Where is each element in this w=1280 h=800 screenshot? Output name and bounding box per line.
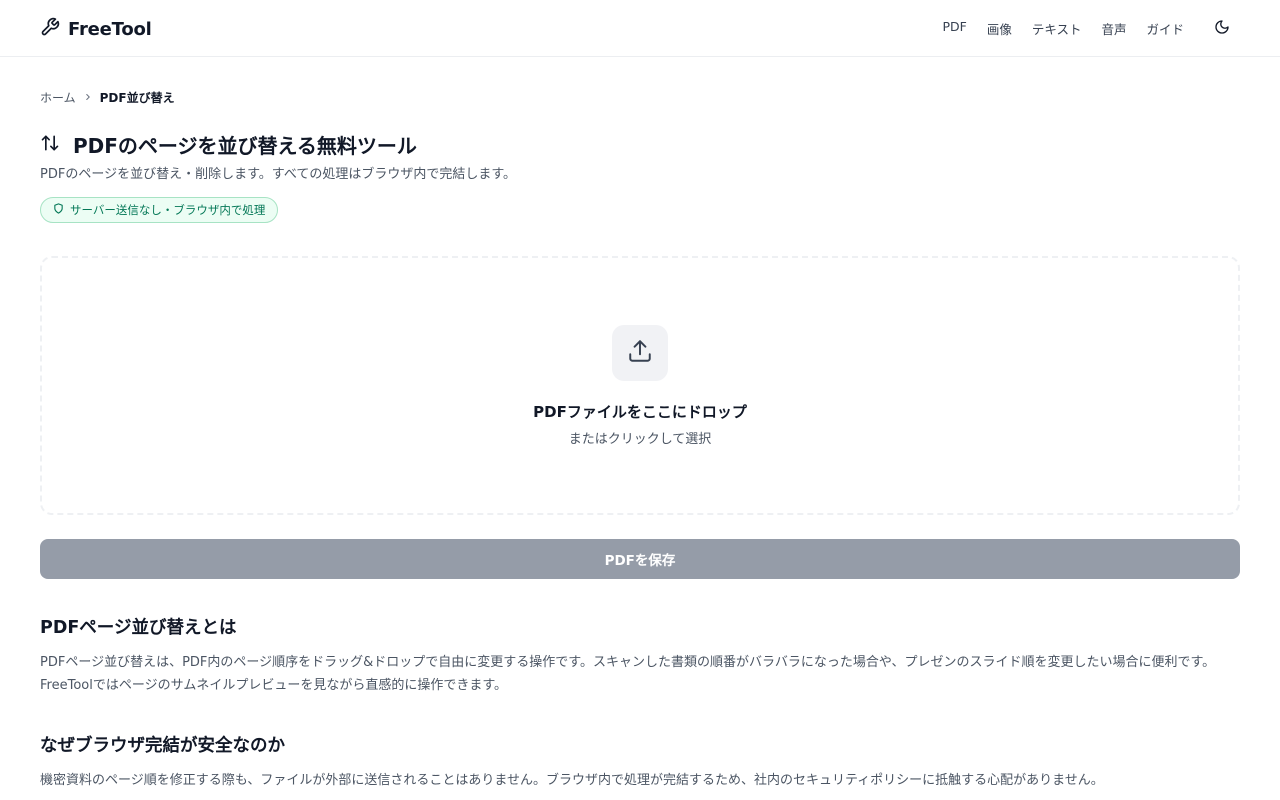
logo-text: FreeTool [68,18,152,40]
sort-arrows-icon [40,133,60,157]
page-subtitle: PDFのページを並び替え・削除します。すべての処理はブラウザ内で完結します。 [40,167,517,182]
privacy-badge-label: サーバー送信なし・ブラウザ内で処理 [70,203,266,217]
logo-link[interactable]: FreeTool [40,17,152,41]
nav-item-image[interactable]: 画像 [987,19,1012,38]
moon-icon [1214,19,1230,39]
shield-icon [53,203,64,217]
section-body-why-safe: 機密資料のページ順を修正する際も、ファイルが外部に送信されることはありません。ブ… [40,773,1104,788]
nav-item-audio[interactable]: 音声 [1101,19,1126,38]
dropzone-title: PDFファイルをここにドロップ [533,403,747,421]
chevron-right-icon [83,91,93,105]
title-row: PDFのページを並び替える無料ツール [40,130,417,159]
nav-item-pdf[interactable]: PDF [942,19,966,38]
breadcrumb-home-link[interactable]: ホーム [40,89,76,106]
theme-toggle-button[interactable] [1210,17,1234,41]
main-nav: PDF 画像 テキスト 音声 ガイド [942,19,1184,38]
upload-icon-box [612,325,668,381]
pdf-dropzone[interactable]: PDFファイルをここにドロップ またはクリックして選択 [40,256,1240,515]
upload-icon [627,338,653,368]
section-body-what-is: PDFページ並び替えは、PDF内のページ順序をドラッグ&ドロップで自由に変更する… [40,655,1216,693]
site-header: FreeTool PDF 画像 テキスト 音声 ガイド [0,0,1280,57]
nav-item-text[interactable]: テキスト [1032,19,1082,38]
save-pdf-button[interactable]: PDFを保存 [40,539,1240,579]
dropzone-subtitle: またはクリックして選択 [568,432,712,447]
nav-item-guide[interactable]: ガイド [1146,19,1184,38]
section-title-what-is: PDFページ並び替えとは [40,618,237,638]
wrench-icon [40,17,60,41]
breadcrumb: ホーム PDF並び替え [40,89,175,106]
section-title-why-safe: なぜブラウザ完結が安全なのか [40,736,285,756]
breadcrumb-current: PDF並び替え [99,91,175,105]
privacy-badge: サーバー送信なし・ブラウザ内で処理 [40,197,279,223]
page-title: PDFのページを並び替える無料ツール [73,134,417,158]
